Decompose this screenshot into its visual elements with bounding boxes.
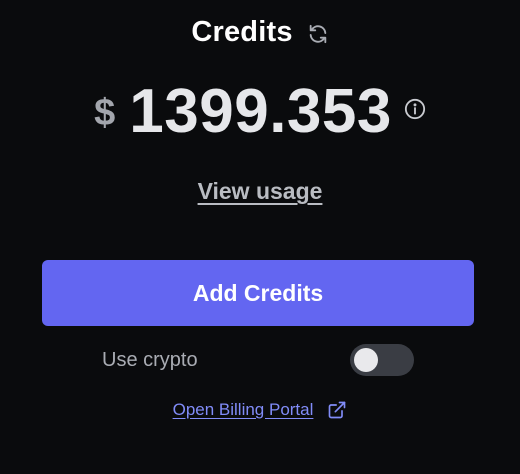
use-crypto-toggle[interactable] (350, 344, 414, 376)
refresh-icon[interactable] (307, 23, 329, 45)
credits-header: Credits (0, 16, 520, 49)
use-crypto-label: Use crypto (102, 348, 198, 371)
credit-balance: 1399.353 (129, 77, 392, 146)
currency-symbol: $ (94, 92, 116, 134)
open-billing-portal-link[interactable]: Open Billing Portal (173, 400, 314, 420)
balance-display: $ 1399.353 (0, 76, 520, 147)
external-link-icon[interactable] (327, 400, 347, 420)
view-usage-link[interactable]: View usage (198, 178, 323, 204)
toggle-knob (354, 348, 378, 372)
add-credits-button[interactable]: Add Credits (42, 260, 474, 326)
page-title: Credits (191, 16, 293, 48)
use-crypto-row: Use crypto (102, 342, 414, 378)
info-icon[interactable] (404, 98, 426, 120)
view-usage-container: View usage (0, 178, 520, 205)
billing-portal-row: Open Billing Portal (0, 400, 520, 420)
credits-panel: Credits $ 1399.353 View usage Add Credit… (0, 0, 520, 474)
